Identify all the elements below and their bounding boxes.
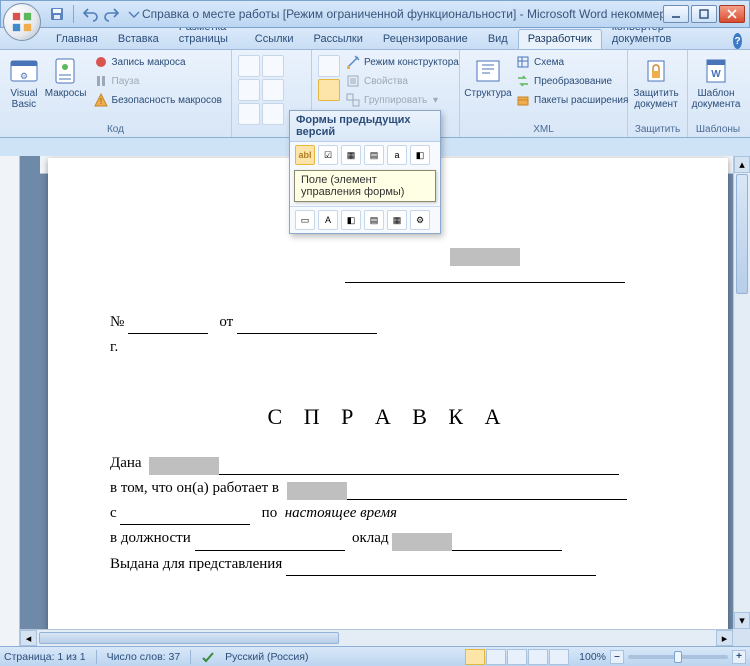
tab-home[interactable]: Главная — [46, 29, 108, 49]
status-words[interactable]: Число слов: 37 — [107, 651, 181, 663]
tab-insert[interactable]: Вставка — [108, 29, 169, 49]
svg-text:!: ! — [99, 97, 101, 106]
svg-text:⚙: ⚙ — [20, 71, 28, 81]
design-mode-button[interactable]: Режим конструктора — [342, 53, 462, 71]
schema-button[interactable]: Схема — [512, 53, 631, 71]
view-buttons — [465, 649, 569, 665]
vertical-ruler[interactable] — [0, 156, 20, 646]
legacy-checkbox[interactable]: ☑ — [318, 145, 338, 165]
office-button[interactable] — [3, 3, 41, 41]
view-print-layout[interactable] — [465, 649, 485, 665]
group-xml: Структура Схема Преобразование Пакеты ра… — [460, 50, 628, 137]
quick-access-toolbar — [49, 5, 142, 23]
document-template-button[interactable]: W Шаблон документа — [694, 53, 738, 112]
legacy-shading[interactable]: a — [387, 145, 407, 165]
document-title: С П Р А В К А — [110, 404, 666, 430]
protect-document-button[interactable]: Защитить документ — [634, 53, 678, 112]
expansion-packs-button[interactable]: Пакеты расширения — [512, 91, 631, 109]
legacy-text-field[interactable]: abl — [295, 145, 315, 165]
group-button: Группировать ▾ — [342, 91, 462, 109]
activex-1[interactable]: ▭ — [295, 210, 315, 230]
group-code: ⚙ Visual Basic Макросы Запись макроса Па… — [0, 50, 232, 137]
activex-5[interactable]: ▦ — [387, 210, 407, 230]
view-full-screen[interactable] — [486, 649, 506, 665]
tab-mailings[interactable]: Рассылки — [303, 29, 372, 49]
tab-developer[interactable]: Разработчик — [518, 29, 602, 49]
save-icon[interactable] — [49, 6, 65, 22]
visual-basic-button[interactable]: ⚙ Visual Basic — [6, 53, 42, 112]
status-language[interactable]: Русский (Россия) — [225, 651, 308, 663]
structure-button[interactable]: Структура — [466, 53, 510, 102]
undo-icon[interactable] — [82, 6, 98, 22]
minimize-button[interactable] — [663, 5, 689, 23]
view-outline[interactable] — [528, 649, 548, 665]
status-bar: Страница: 1 из 1 Число слов: 37 Русский … — [0, 646, 750, 666]
svg-text:W: W — [711, 69, 721, 80]
scroll-down-icon[interactable]: ▾ — [734, 612, 750, 629]
group-templates: W Шаблон документа Шаблоны — [688, 50, 748, 137]
zoom-value[interactable]: 100% — [579, 651, 606, 663]
maximize-button[interactable] — [691, 5, 717, 23]
activex-3[interactable]: ◧ — [341, 210, 361, 230]
controls-gallery[interactable] — [318, 53, 340, 101]
zoom-out-button[interactable]: – — [610, 650, 624, 664]
vertical-scrollbar[interactable]: ▴ ▾ — [733, 156, 750, 629]
scroll-up-icon[interactable]: ▴ — [734, 156, 750, 173]
group-protect: Защитить документ Защитить — [628, 50, 688, 137]
legacy-forms-popup: Формы предыдущих версий abl ☑ ▦ ▤ a ◧ По… — [289, 110, 441, 234]
close-button[interactable] — [719, 5, 745, 23]
vscroll-thumb[interactable] — [736, 174, 748, 294]
tab-view[interactable]: Вид — [478, 29, 518, 49]
zoom-in-button[interactable]: + — [732, 650, 746, 664]
zoom-slider[interactable] — [628, 655, 728, 659]
redo-icon[interactable] — [104, 6, 120, 22]
record-macro-button[interactable]: Запись макроса — [90, 53, 226, 71]
view-draft[interactable] — [549, 649, 569, 665]
properties-button: Свойства — [342, 72, 462, 90]
legacy-frame[interactable]: ▤ — [364, 145, 384, 165]
transform-button[interactable]: Преобразование — [512, 72, 631, 90]
popup-tooltip: Поле (элемент управления формы) — [294, 170, 436, 202]
title-bar: Справка о месте работы [Режим ограниченн… — [0, 0, 750, 28]
scroll-right-icon[interactable]: ▸ — [716, 630, 733, 646]
activex-2[interactable]: A — [318, 210, 338, 230]
tab-review[interactable]: Рецензирование — [373, 29, 478, 49]
activex-6[interactable]: ⚙ — [410, 210, 430, 230]
qat-dropdown-icon[interactable] — [126, 6, 142, 22]
scroll-left-icon[interactable]: ◂ — [20, 630, 37, 646]
hscroll-thumb[interactable] — [39, 632, 339, 644]
legacy-dropdown[interactable]: ▦ — [341, 145, 361, 165]
popup-title: Формы предыдущих версий — [290, 111, 440, 142]
tab-references[interactable]: Ссылки — [245, 29, 304, 49]
macros-button[interactable]: Макросы — [44, 53, 88, 102]
pause-macro-button: Пауза — [90, 72, 226, 90]
help-icon[interactable]: ? — [733, 33, 742, 49]
scroll-corner — [733, 629, 750, 646]
window-title: Справка о месте работы [Режим ограниченн… — [142, 7, 663, 21]
legacy-tools-button[interactable] — [318, 79, 340, 101]
legacy-reset[interactable]: ◧ — [410, 145, 430, 165]
view-web[interactable] — [507, 649, 527, 665]
horizontal-scrollbar[interactable]: ◂ ▸ — [20, 629, 733, 646]
zoom-control: 100% – + — [579, 650, 746, 664]
status-page[interactable]: Страница: 1 из 1 — [4, 651, 86, 663]
ribbon-tabs: Главная Вставка Разметка страницы Ссылки… — [0, 28, 750, 50]
activex-4[interactable]: ▤ — [364, 210, 384, 230]
spellcheck-icon[interactable] — [201, 650, 215, 664]
macro-security-button[interactable]: !Безопасность макросов — [90, 91, 226, 109]
